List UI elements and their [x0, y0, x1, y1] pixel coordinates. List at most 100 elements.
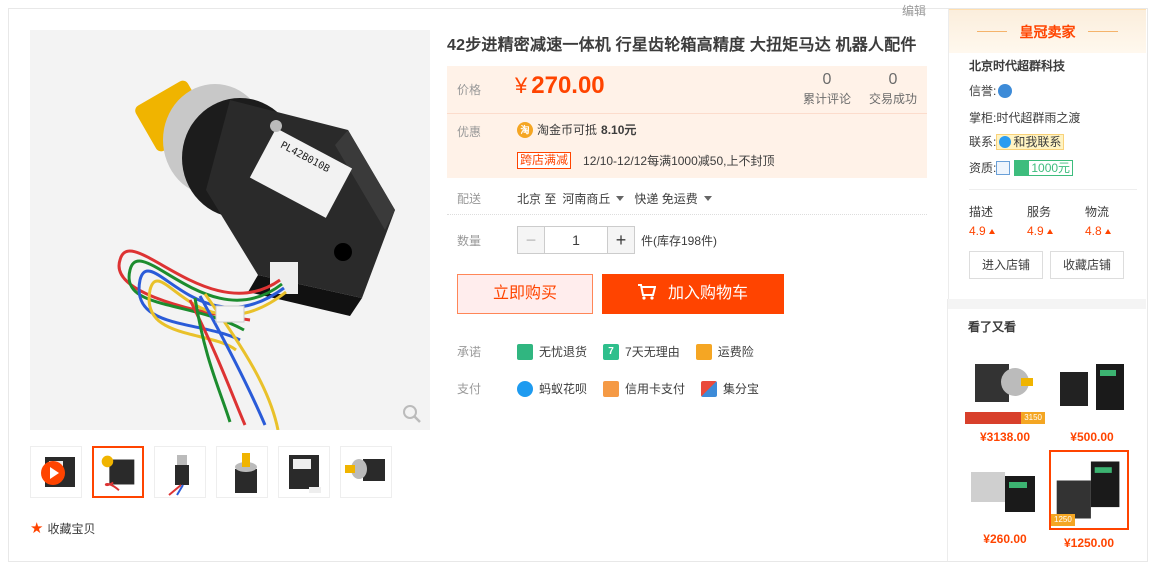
payment-item[interactable]: 蚂蚁花呗 — [517, 380, 587, 397]
ship-method-select[interactable]: 快递 免运费 — [634, 190, 697, 207]
thumbnail-5[interactable] — [278, 446, 330, 498]
ship-from: 北京 至 — [517, 192, 557, 206]
recommended-price: ¥1250.00 — [1063, 536, 1115, 550]
keeper-label: 掌柜: — [969, 111, 997, 125]
quantity-input[interactable]: 1 — [544, 227, 608, 253]
thumbnail-image — [289, 455, 321, 493]
divider — [947, 299, 948, 561]
score-name: 物流 — [1085, 205, 1110, 219]
credit-row: 信誉: — [969, 82, 1013, 99]
zoom-icon[interactable] — [402, 404, 422, 424]
score-value-wrap: 4.9 — [969, 224, 1027, 238]
id-card-icon[interactable] — [996, 160, 1011, 175]
shop-scores: 描述 4.9 服务 4.9 物流 4.8 — [969, 203, 1143, 238]
payment-text: 信用卡支付 — [625, 382, 686, 396]
stat-reviews[interactable]: 0 累计评论 — [797, 71, 857, 107]
score-value: 4.9 — [1027, 224, 1044, 238]
thumbnail-image — [235, 453, 257, 493]
promise-item[interactable]: 7 7天无理由 — [603, 343, 680, 360]
thumbnail-image — [101, 455, 135, 491]
thumbnail-3[interactable] — [154, 446, 206, 498]
promise-text: 7天无理由 — [625, 345, 680, 359]
keeper-row: 掌柜: 时代超群雨之渡 — [969, 109, 1080, 126]
stat-caption: 累计评论 — [802, 92, 851, 106]
thumbnail-selected[interactable] — [92, 446, 144, 498]
play-icon — [41, 461, 65, 485]
promise-item[interactable]: 无忧退货 — [517, 343, 587, 360]
credit-label: 信誉: — [969, 84, 997, 98]
qualification-row: 资质: 1000元 — [969, 159, 1074, 176]
divider — [447, 113, 927, 114]
stat-caption: 交易成功 — [868, 92, 917, 106]
score-value-wrap: 4.9 — [1027, 224, 1085, 238]
ship-destination-select[interactable]: 河南商丘 — [562, 190, 610, 207]
product-title: 42步进精密减速一体机 行星齿轮箱高精度 大扭矩马达 机器人配件 — [447, 37, 917, 54]
arrow-up-icon — [1046, 229, 1053, 234]
stat-number: 0 — [822, 71, 832, 88]
score-logistics: 物流 4.8 — [1085, 203, 1143, 238]
jifenbao-icon — [701, 380, 718, 397]
deposit-badge[interactable]: 1000元 — [1014, 159, 1074, 176]
recommended-product-image — [1060, 364, 1124, 410]
cross-store-tag[interactable]: 跨店满减 — [517, 152, 572, 169]
recommended-product-image — [965, 456, 1045, 526]
promise-text: 无忧退货 — [539, 345, 588, 359]
follow-shop-button[interactable]: 收藏店铺 — [1050, 251, 1125, 279]
currency-symbol: ¥ — [515, 73, 528, 98]
recommended-price: ¥260.00 — [983, 532, 1027, 546]
also-viewed-item[interactable]: ¥260.00 — [965, 456, 1045, 546]
wangwang-icon — [999, 135, 1012, 148]
add-to-cart-button[interactable]: 加入购物车 — [602, 274, 784, 314]
chevron-down-icon[interactable] — [703, 195, 712, 201]
also-viewed-item[interactable]: 3150 ¥3138.00 — [965, 354, 1045, 444]
favorite-item[interactable]: ★ 收藏宝贝 — [30, 520, 95, 537]
also-viewed-item[interactable]: ¥500.00 — [1052, 354, 1132, 444]
score-value: 4.8 — [1085, 224, 1102, 238]
stat-transactions[interactable]: 0 交易成功 — [863, 71, 923, 107]
chevron-down-icon[interactable] — [616, 195, 625, 201]
store-promo-text: 12/10-12/12每满1000减50,上不封顶 — [583, 154, 775, 168]
payment-item[interactable]: 集分宝 — [701, 380, 759, 397]
seven-day-icon: 7 — [603, 343, 620, 360]
stat-number: 0 — [888, 71, 898, 88]
also-viewed-item-selected[interactable]: 1250 ¥1250.00 — [1049, 450, 1129, 550]
huabei-icon — [517, 380, 533, 397]
payment-item[interactable]: 信用卡支付 — [603, 380, 685, 397]
thumbnail-6[interactable] — [340, 446, 392, 498]
coin-amount: 8.10元 — [601, 123, 637, 137]
deposit-text: 1000元 — [1031, 160, 1071, 175]
promo-label: 优惠 — [457, 125, 482, 139]
deposit-icon — [1015, 160, 1030, 175]
recommended-product-image: 1250 — [1049, 450, 1129, 530]
thumbnail-video[interactable] — [30, 446, 82, 498]
promise-row: 承诺 无忧退货 7 7天无理由 运费险 — [457, 343, 770, 360]
star-icon: ★ — [30, 520, 44, 537]
main-product-image[interactable]: PL42B010B — [30, 30, 430, 431]
keeper-name[interactable]: 时代超群雨之渡 — [996, 109, 1080, 126]
decrement-button[interactable]: − — [518, 227, 544, 253]
score-value: 4.9 — [969, 224, 986, 238]
contact-text: 和我联系 — [1013, 134, 1062, 149]
divider — [948, 299, 1146, 309]
contact-seller-button[interactable]: 和我联系 — [996, 133, 1065, 150]
promise-item[interactable]: 运费险 — [695, 343, 754, 360]
buy-now-button[interactable]: 立即购买 — [457, 274, 593, 314]
price-panel: 价格 ¥270.00 0 累计评论 0 交易成功 优惠 淘 淘金币可抵 8.10元… — [447, 66, 927, 178]
payment-text: 集分宝 — [723, 382, 760, 396]
recommended-product-image: 3150 — [965, 354, 1045, 424]
credit-card-icon — [603, 380, 620, 397]
quantity-label: 数量 — [457, 233, 482, 248]
thumbnail-image — [168, 455, 189, 496]
edit-link[interactable]: 编辑 — [902, 2, 926, 19]
score-name: 服务 — [1027, 205, 1052, 219]
taojinbi-icon: 淘 — [517, 121, 533, 138]
shop-name[interactable]: 北京时代超群科技 — [969, 57, 1065, 74]
enter-shop-button[interactable]: 进入店铺 — [969, 251, 1044, 279]
credit-badge-icon[interactable] — [998, 83, 1013, 98]
price-label: 价格 — [457, 83, 482, 97]
thumbnail-4[interactable] — [216, 446, 268, 498]
arrow-up-icon — [988, 229, 995, 234]
increment-button[interactable]: + — [608, 227, 634, 253]
contact-label: 联系: — [969, 135, 997, 149]
quantity-row: 数量 − 1 + 件(库存198件) — [457, 226, 717, 254]
